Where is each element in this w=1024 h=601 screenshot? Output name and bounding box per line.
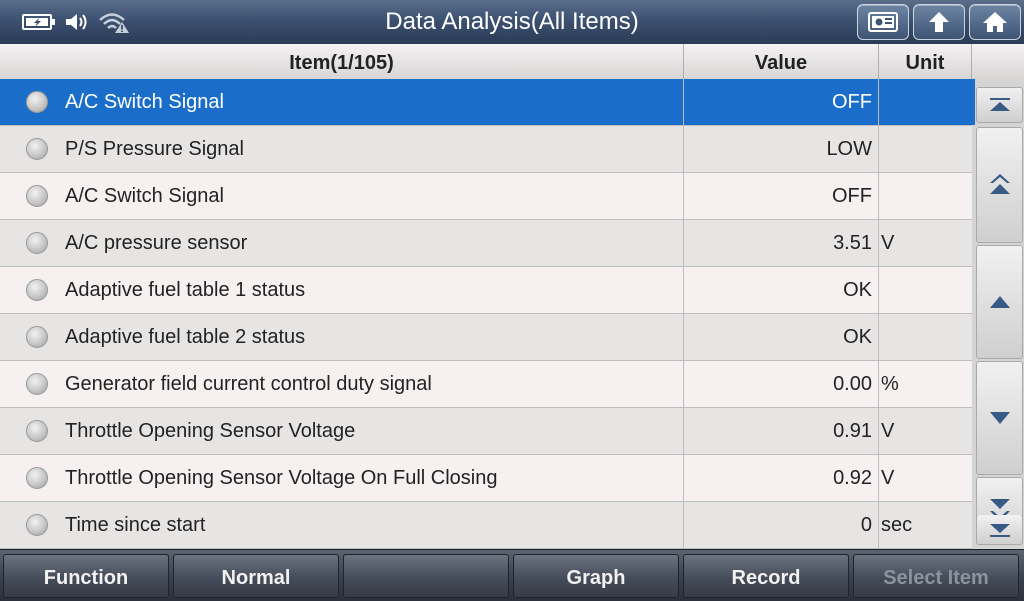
column-header-unit[interactable]: Unit xyxy=(879,44,972,79)
graph-button[interactable]: Graph xyxy=(513,554,679,598)
column-header-item[interactable]: Item(1/105) xyxy=(0,44,684,79)
row-item: A/C pressure sensor xyxy=(0,220,684,267)
table-row[interactable]: A/C Switch Signal OFF xyxy=(0,173,972,220)
row-value: LOW xyxy=(684,126,879,173)
row-unit xyxy=(879,79,972,126)
row-item: A/C Switch Signal xyxy=(0,79,684,126)
table-row[interactable]: Throttle Opening Sensor Voltage On Full … xyxy=(0,455,972,502)
upload-icon xyxy=(929,12,949,32)
table-row[interactable]: A/C pressure sensor 3.51 V xyxy=(0,220,972,267)
row-item: Throttle Opening Sensor Voltage On Full … xyxy=(0,455,684,502)
record-button[interactable]: Record xyxy=(683,554,849,598)
row-unit: V xyxy=(881,420,895,442)
function-button[interactable]: Function xyxy=(3,554,169,598)
row-item: Generator field current control duty sig… xyxy=(0,361,684,408)
row-item: Time since start xyxy=(0,502,684,549)
scroll-down-button[interactable] xyxy=(976,361,1023,475)
table-row[interactable]: A/C Switch Signal OFF xyxy=(0,79,972,126)
row-value: OK xyxy=(684,314,879,361)
column-header-blank xyxy=(972,44,1024,79)
home-button[interactable] xyxy=(969,4,1021,40)
row-unit: % xyxy=(881,373,899,395)
row-item: P/S Pressure Signal xyxy=(0,126,684,173)
home-icon xyxy=(983,12,1007,32)
scroll-bottom-icon xyxy=(989,523,1010,537)
select-item-button[interactable]: Select Item xyxy=(853,554,1019,598)
normal-button[interactable]: Normal xyxy=(173,554,339,598)
blank-button[interactable] xyxy=(343,554,509,598)
table-rows: A/C Switch Signal OFF P/S Pressure Signa… xyxy=(0,79,972,549)
bottom-toolbar: Function Normal Graph Record Select Item xyxy=(0,549,1024,601)
row-unit xyxy=(879,126,972,173)
data-table: Item(1/105) Value Unit A/C Switch Signal… xyxy=(0,44,1024,549)
column-header-value[interactable]: Value xyxy=(684,44,879,79)
scroll-up-icon xyxy=(989,296,1010,308)
row-unit xyxy=(879,314,972,361)
screenshot-icon xyxy=(868,12,898,32)
scroll-up-button[interactable] xyxy=(976,245,1023,359)
row-value: OFF xyxy=(684,79,879,126)
row-value: 0.00 xyxy=(684,361,879,408)
row-item: Throttle Opening Sensor Voltage xyxy=(0,408,684,455)
row-value: OFF xyxy=(684,173,879,220)
row-unit: V xyxy=(881,467,895,489)
page-up-icon xyxy=(989,174,1010,194)
table-row[interactable]: Adaptive fuel table 2 status OK xyxy=(0,314,972,361)
scroll-panel xyxy=(972,79,1024,549)
scroll-down-icon xyxy=(989,412,1010,424)
scroll-indicator xyxy=(972,79,975,125)
row-unit: V xyxy=(881,232,895,254)
row-unit xyxy=(879,267,972,314)
scroll-bottom-button[interactable] xyxy=(976,515,1023,545)
table-row[interactable]: Generator field current control duty sig… xyxy=(0,361,972,408)
upload-button[interactable] xyxy=(913,4,965,40)
scroll-top-button[interactable] xyxy=(976,87,1023,123)
row-value: 3.51 xyxy=(684,220,879,267)
page-up-button[interactable] xyxy=(976,127,1023,243)
scroll-top-icon xyxy=(989,98,1010,111)
table-row[interactable]: Time since start 0 sec xyxy=(0,502,972,549)
table-row[interactable]: Throttle Opening Sensor Voltage 0.91 V xyxy=(0,408,972,455)
row-value: 0.92 xyxy=(684,455,879,502)
row-value: 0.91 xyxy=(684,408,879,455)
title-bar: Data Analysis(All Items) xyxy=(0,0,1024,45)
row-item: Adaptive fuel table 2 status xyxy=(0,314,684,361)
table-row[interactable]: Adaptive fuel table 1 status OK xyxy=(0,267,972,314)
row-item: Adaptive fuel table 1 status xyxy=(0,267,684,314)
table-row[interactable]: P/S Pressure Signal LOW xyxy=(0,126,972,173)
row-value: OK xyxy=(684,267,879,314)
row-unit xyxy=(879,173,972,220)
row-value: 0 xyxy=(684,502,879,549)
table-header: Item(1/105) Value Unit xyxy=(0,44,1024,80)
screenshot-button[interactable] xyxy=(857,4,909,40)
row-unit: sec xyxy=(881,514,913,536)
row-item: A/C Switch Signal xyxy=(0,173,684,220)
